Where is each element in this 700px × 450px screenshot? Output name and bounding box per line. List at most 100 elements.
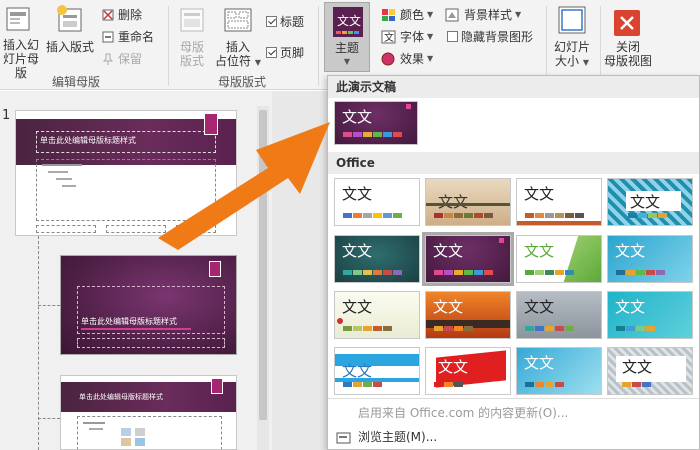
colors-button[interactable]: 颜色 ▼ [381, 6, 433, 23]
svg-text:文文: 文文 [337, 13, 361, 28]
theme-stripe [517, 221, 601, 225]
theme-preview-text: 文文 [630, 193, 661, 211]
theme-preview-text: 文文 [524, 242, 555, 260]
preserve-button[interactable]: 保留 [101, 50, 142, 67]
theme-swatches [343, 382, 382, 387]
theme-swatches [434, 326, 473, 331]
theme-office[interactable]: 文文 [334, 178, 420, 226]
themes-gallery-dropdown: 此演示文稿 文文 Office 文文 文文 文文 文文 文文 文文 文文 文文 … [327, 75, 700, 450]
footer-checkbox[interactable]: 页脚 [266, 44, 304, 61]
theme-wood-type[interactable]: 文文 [425, 178, 511, 226]
theme-preview-text: 文文 [524, 298, 555, 316]
insert-layout-button[interactable]: 插入版式 [44, 40, 96, 54]
slide-badge [211, 378, 223, 394]
close-master-view-button[interactable]: 关闭 母版视图 [600, 40, 656, 68]
theme-ion[interactable]: 文文 [516, 178, 602, 226]
theme-preview-text: 文文 [342, 242, 373, 260]
svg-text:文: 文 [384, 31, 394, 44]
title-checkbox[interactable]: 标题 [266, 13, 304, 30]
theme-purple-selected[interactable]: 文文 [422, 232, 514, 286]
fonts-button[interactable]: 文 字体 ▼ [381, 28, 433, 45]
theme-swatches [628, 213, 667, 218]
dropdown-caret-icon: ▼ [515, 10, 522, 19]
theme-preview-text: 文文 [433, 298, 464, 316]
this-presentation-header: 此演示文稿 [328, 76, 699, 98]
theme-red-white[interactable]: 文文 [425, 347, 511, 395]
theme-preview-text: 文文 [342, 108, 373, 126]
checkbox-icon [266, 47, 277, 58]
master-layout-button[interactable]: 母版 版式 [172, 40, 212, 68]
theme-swatches [434, 270, 493, 275]
slide-size-button[interactable]: 幻灯片 大小 ▼ [549, 40, 595, 70]
theme-swatches [434, 382, 463, 387]
subtitle-placeholder [77, 338, 225, 348]
theme-preview-text: 文文 [342, 298, 373, 316]
theme-swatches [616, 270, 665, 275]
theme-preview-text: 文文 [622, 358, 653, 376]
insert-layout-icon [56, 4, 84, 37]
theme-swatches [622, 382, 651, 387]
theme-accent-square [499, 238, 504, 243]
dropdown-caret-icon: ▼ [343, 57, 351, 66]
theme-swatches [434, 213, 493, 218]
theme-preview-text: 文文 [524, 354, 555, 372]
slide-title: 单击此处编辑母版标题样式 [79, 393, 163, 401]
background-styles-button[interactable]: 背景样式 ▼ [445, 6, 521, 23]
theme-pattern[interactable]: 文文 [607, 178, 693, 226]
footer-placeholder [36, 225, 96, 233]
slide-size-icon [558, 6, 588, 39]
theme-banded-blue[interactable]: 文文 [334, 347, 420, 395]
theme-swatches [525, 213, 584, 218]
insert-placeholder-button[interactable]: 插入 占位符 ▼ [213, 40, 263, 70]
theme-retrospect[interactable]: 文文 [334, 291, 420, 339]
theme-facet-green[interactable]: 文文 [516, 235, 602, 283]
theme-orange-dark[interactable]: 文文 [425, 291, 511, 339]
tree-connector [38, 305, 60, 306]
insert-slide-master-button[interactable]: 插入幻 灯片母版 [0, 38, 42, 80]
delete-button[interactable]: 删除 [101, 6, 142, 23]
theme-preview-text: 文文 [438, 358, 469, 376]
enable-office-content-item[interactable]: 启用来自 Office.com 的内容更新(O)... [328, 404, 699, 421]
delete-icon [102, 9, 114, 20]
theme-swatches [343, 270, 402, 275]
theme-aqua-wave[interactable]: 文文 [516, 347, 602, 395]
theme-swatches [525, 382, 564, 387]
theme-preview-text: 文文 [433, 242, 464, 260]
theme-swatches [343, 132, 402, 137]
theme-teal-light[interactable]: 文文 [607, 291, 693, 339]
theme-slate[interactable]: 文文 [516, 291, 602, 339]
theme-swatches [343, 326, 392, 331]
hide-background-checkbox[interactable]: 隐藏背景图形 [447, 28, 533, 45]
themes-button[interactable]: 文文 主题 ▼ [324, 2, 370, 72]
effects-button[interactable]: 效果 ▼ [381, 50, 433, 67]
theme-teal-dark[interactable]: 文文 [334, 235, 420, 283]
layout-slide-thumbnail[interactable]: 单击此处编辑母版标题样式 [60, 255, 237, 355]
close-master-view-icon [614, 10, 640, 36]
background-styles-icon [445, 8, 459, 21]
dropdown-caret-icon: ▼ [427, 32, 434, 41]
master-layout-group-label: 母版版式 [218, 75, 267, 89]
dropdown-caret-icon: ▼ [427, 10, 434, 19]
rename-button[interactable]: 重命名 [101, 28, 154, 45]
theme-preview-text: 文文 [524, 185, 555, 203]
theme-swatches [616, 326, 655, 331]
rename-icon [102, 31, 114, 42]
separator [318, 6, 319, 86]
dropdown-caret-icon: ▼ [427, 54, 434, 63]
theme-current[interactable]: 文文 [334, 101, 418, 145]
theme-blue-gradient[interactable]: 文文 [607, 235, 693, 283]
master-layout-icon [180, 8, 204, 37]
slide-title: 单击此处编辑母版标题样式 [40, 136, 136, 145]
separator [546, 6, 547, 86]
slide-index: 1 [2, 108, 11, 123]
theme-stripe [426, 203, 510, 206]
separator [168, 6, 169, 86]
insert-placeholder-icon [224, 8, 252, 37]
theme-grey-pattern[interactable]: 文文 [607, 347, 693, 395]
layout-slide-thumbnail[interactable]: 单击此处编辑母版标题样式 [60, 375, 237, 450]
folder-icon [336, 432, 351, 443]
browse-themes-item[interactable]: 浏览主题(M)... [328, 428, 699, 445]
theme-facet-shape [563, 236, 601, 282]
dropdown-caret-icon: ▼ [254, 58, 261, 67]
color-palette-icon [382, 8, 395, 21]
